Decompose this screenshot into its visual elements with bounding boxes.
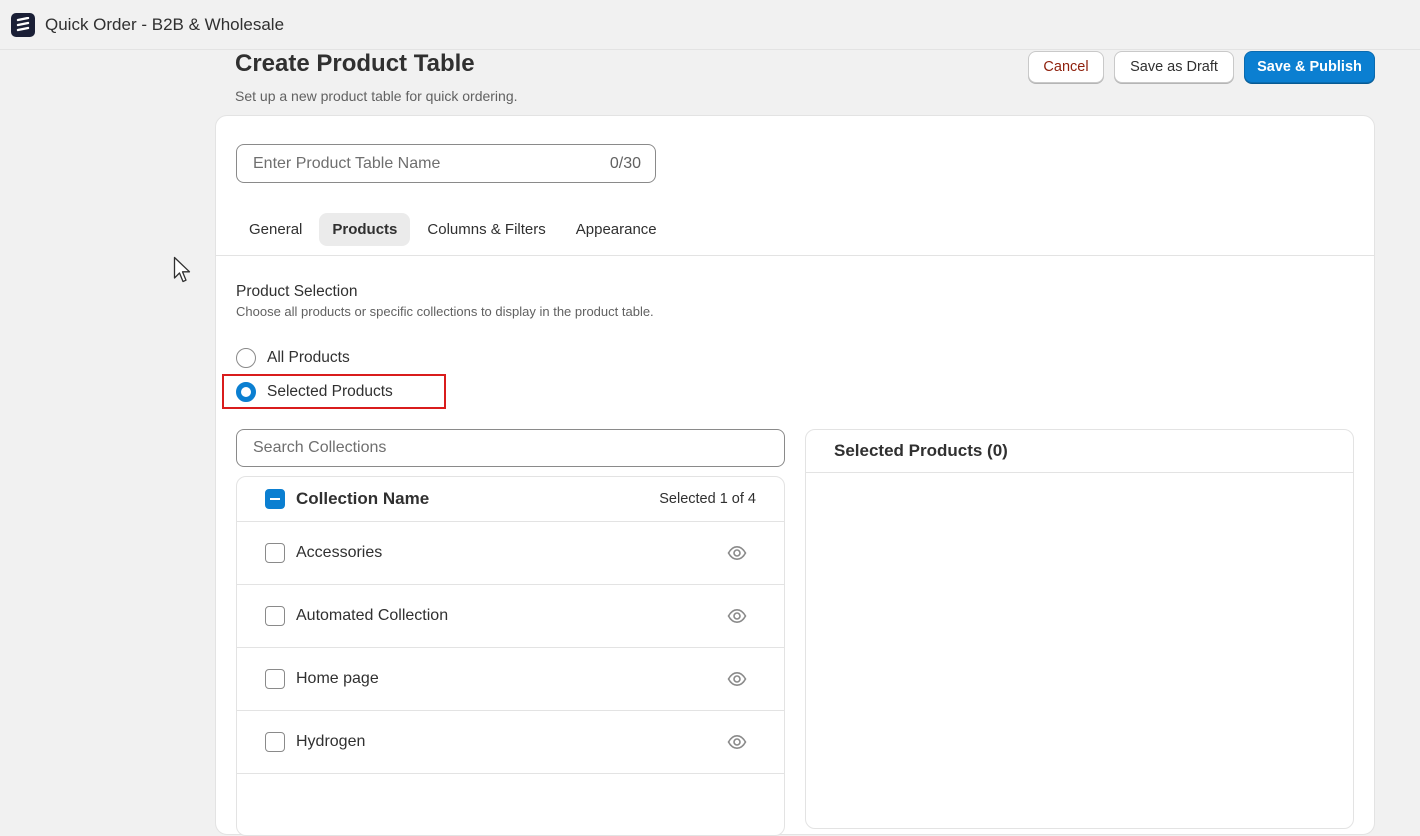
product-selection-title: Product Selection bbox=[236, 283, 358, 300]
page-subtitle: Set up a new product table for quick ord… bbox=[235, 88, 518, 104]
table-name-field[interactable]: 0/30 bbox=[236, 144, 656, 183]
save-publish-button[interactable]: Save & Publish bbox=[1244, 51, 1375, 83]
collection-checkbox[interactable] bbox=[265, 543, 285, 563]
tab-appearance[interactable]: Appearance bbox=[563, 213, 670, 246]
list-item[interactable]: Home page bbox=[237, 648, 784, 711]
collection-checkbox[interactable] bbox=[265, 606, 285, 626]
collection-checkbox[interactable] bbox=[265, 732, 285, 752]
collection-list-header: Collection Name Selected 1 of 4 bbox=[237, 477, 784, 522]
tab-columns-filters[interactable]: Columns & Filters bbox=[414, 213, 558, 246]
eye-icon[interactable] bbox=[727, 669, 747, 689]
app-logo-icon bbox=[11, 12, 35, 37]
collection-list: Collection Name Selected 1 of 4 Accessor… bbox=[236, 476, 785, 836]
list-item[interactable]: Automated Collection bbox=[237, 585, 784, 648]
eye-icon[interactable] bbox=[727, 543, 747, 563]
selected-products-header: Selected Products (0) bbox=[806, 430, 1353, 473]
collection-label: Accessories bbox=[296, 544, 383, 561]
selected-products-panel: Selected Products (0) bbox=[805, 429, 1354, 829]
collection-checkbox[interactable] bbox=[265, 669, 285, 689]
page-title: Create Product Table bbox=[235, 50, 475, 77]
collection-label: Home page bbox=[296, 670, 379, 687]
collection-label: Automated Collection bbox=[296, 607, 449, 624]
eye-icon[interactable] bbox=[727, 606, 747, 626]
app-title: Quick Order - B2B & Wholesale bbox=[45, 14, 285, 34]
tab-general[interactable]: General bbox=[236, 213, 315, 246]
cancel-button[interactable]: Cancel bbox=[1028, 51, 1104, 83]
select-all-checkbox[interactable] bbox=[265, 489, 285, 509]
radio-label: All Products bbox=[267, 349, 350, 366]
app-bar: Quick Order - B2B & Wholesale bbox=[0, 0, 1420, 50]
product-selection-description: Choose all products or specific collecti… bbox=[236, 304, 654, 319]
radio-button[interactable] bbox=[236, 348, 256, 368]
eye-icon[interactable] bbox=[727, 732, 747, 752]
tab-bar: General Products Columns & Filters Appea… bbox=[236, 213, 670, 246]
list-item[interactable]: Accessories bbox=[237, 522, 784, 585]
highlight-annotation bbox=[222, 374, 446, 409]
search-collections-field[interactable] bbox=[236, 429, 785, 467]
tab-divider bbox=[216, 255, 1374, 256]
mouse-cursor-icon bbox=[173, 256, 191, 283]
table-name-input[interactable] bbox=[251, 153, 610, 174]
collection-name-header: Collection Name bbox=[296, 489, 430, 508]
search-collections-input[interactable] bbox=[251, 438, 770, 458]
character-count: 0/30 bbox=[609, 154, 641, 172]
save-draft-button[interactable]: Save as Draft bbox=[1114, 51, 1234, 83]
tab-products[interactable]: Products bbox=[319, 213, 411, 246]
list-item[interactable]: Hydrogen bbox=[237, 711, 784, 774]
selected-count: Selected 1 of 4 bbox=[659, 491, 756, 507]
radio-all-products[interactable]: All Products bbox=[236, 348, 350, 368]
collection-label: Hydrogen bbox=[296, 733, 366, 750]
